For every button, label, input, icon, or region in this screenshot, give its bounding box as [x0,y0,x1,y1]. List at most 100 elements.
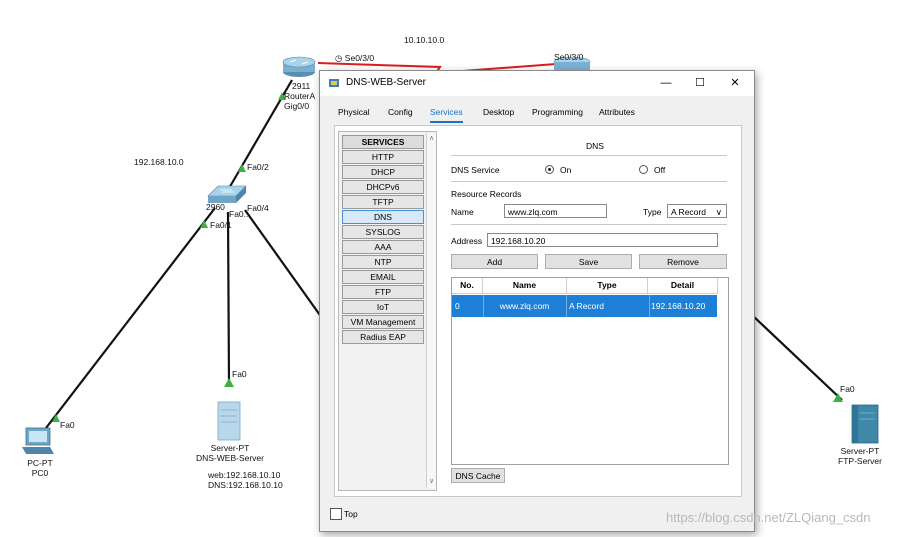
divider [451,224,727,225]
dns-section-title: DNS [586,141,604,151]
pc-icon[interactable] [22,427,54,454]
dns-service-off-label: Off [654,165,666,175]
subnet-label: 192.168.10.0 [134,157,184,167]
dns-server-port-label: Fa0 [232,369,247,379]
address-input[interactable]: 192.168.10.20 [487,233,718,247]
routerB-serial-port-label: Se0/3/0 [554,52,584,62]
tab-attributes[interactable]: Attributes [599,104,635,121]
service-iot[interactable]: IoT [342,300,424,314]
chevron-down-icon: ∨ [715,207,722,217]
service-vm-management[interactable]: VM Management [342,315,424,329]
service-aaa[interactable]: AAA [342,240,424,254]
ftp-server-icon[interactable] [851,404,879,444]
tab-physical[interactable]: Physical [338,104,370,121]
service-email[interactable]: EMAIL [342,270,424,284]
dns-service-on-label: On [560,165,572,175]
ftp-server-name-label: FTP-Server [838,456,882,466]
app-icon [329,79,339,87]
services-scrollbar[interactable]: ∧ ∨ [426,133,436,488]
name-label: Name [451,207,474,217]
services-header: SERVICES [342,135,424,149]
top-checkbox[interactable] [330,508,342,520]
type-select[interactable]: A Record ∨ [667,204,727,218]
dns-settings-panel: DNS DNS Service On Off Resource Records … [447,126,741,496]
dns-service-label: DNS Service [451,165,500,175]
pc-port-label: Fa0 [60,420,75,430]
cell-no: 0 [452,295,484,317]
router-name-label: RouterA [284,91,316,101]
service-ntp[interactable]: NTP [342,255,424,269]
link-switch-dnsserver [226,211,231,385]
remove-button[interactable]: Remove [639,254,727,269]
cell-type: A Record [567,295,650,317]
pc-name-label: PC0 [31,468,49,478]
switch-port-fa04-label: Fa0/4 [247,203,269,213]
minimize-button[interactable]: — [651,75,681,92]
address-label: Address [451,236,483,246]
scroll-down-icon[interactable]: ∨ [427,477,436,487]
service-dns[interactable]: DNS [342,210,424,224]
cell-detail: 192.168.10.20 [651,301,706,311]
tab-desktop[interactable]: Desktop [483,104,514,121]
radio-selected-dot [548,168,551,171]
clock-icon: ◷ [335,53,343,63]
router-model-label: 2911 [292,81,311,91]
ftp-server-port-label: Fa0 [840,384,855,394]
divider [451,155,727,156]
router-icon[interactable] [282,56,316,77]
link-switch-ftpserver-right [751,314,843,401]
dns-service-on-radio[interactable] [545,165,554,174]
service-syslog[interactable]: SYSLOG [342,225,424,239]
tab-services[interactable]: Services [430,104,463,123]
link-switch-ftpserver [244,209,323,319]
window-titlebar[interactable]: DNS-WEB-Server — ☐ ✕ [320,71,754,96]
save-button[interactable]: Save [545,254,632,269]
dns-cache-button[interactable]: DNS Cache [451,468,505,483]
type-select-value: A Record [671,207,706,217]
switch-icon[interactable] [207,185,247,203]
close-button[interactable]: ✕ [720,75,750,92]
routerA-serial-port-text: Se0/3/0 [344,53,375,63]
column-header-detail[interactable]: Detail [648,278,718,294]
service-dhcp[interactable]: DHCP [342,165,424,179]
column-header-type[interactable]: Type [567,278,648,294]
dns-records-table[interactable]: No. Name Type Detail 0 www.zlq.com A Rec… [451,277,729,465]
switch-model-label: 2960 [206,202,225,212]
ftp-server-type-label: Server-PT [840,446,880,456]
link-switch-pc [45,207,216,429]
dns-service-off-radio[interactable] [639,165,648,174]
table-row[interactable]: 0 www.zlq.com A Record 192.168.10.20 [452,295,717,317]
device-config-window[interactable]: DNS-WEB-Server — ☐ ✕ Physical Config Ser… [319,70,755,532]
services-content-panel: SERVICES HTTP DHCP DHCPv6 TFTP DNS SYSLO… [334,125,742,497]
tab-programming[interactable]: Programming [532,104,583,121]
server-icon[interactable] [217,401,241,441]
column-header-name[interactable]: Name [483,278,567,294]
switch-port-fa02-label: Fa0/2 [247,162,269,172]
scroll-up-icon[interactable]: ∧ [427,134,436,144]
service-radius-eap[interactable]: Radius EAP [342,330,424,344]
switch-port-fa01-label: Fa0/1 [210,220,232,230]
service-dhcpv6[interactable]: DHCPv6 [342,180,424,194]
tab-config[interactable]: Config [388,104,413,121]
port-up-indicator [224,378,234,387]
resource-records-label: Resource Records [451,189,522,199]
watermark: https://blog.csdn.net/ZLQiang_csdn [666,510,871,525]
service-ftp[interactable]: FTP [342,285,424,299]
router-gig-port-label: Gig0/0 [284,101,310,111]
services-list: SERVICES HTTP DHCP DHCPv6 TFTP DNS SYSLO… [338,131,437,491]
name-input[interactable]: www.zlq.com [504,204,607,218]
pc-type-label: PC-PT [27,458,53,468]
dns-server-dns-note: DNS:192.168.10.10 [208,480,283,490]
dns-server-web-note: web:192.168.10.10 [208,470,281,480]
maximize-button[interactable]: ☐ [685,75,715,92]
dns-server-type-label: Server-PT [210,443,250,453]
port-up-indicator [200,220,208,228]
port-up-indicator [238,164,246,172]
type-label: Type [643,207,662,217]
serial-network-label: 10.10.10.0 [404,35,445,45]
column-header-no[interactable]: No. [452,278,483,294]
add-button[interactable]: Add [451,254,538,269]
service-tftp[interactable]: TFTP [342,195,424,209]
service-http[interactable]: HTTP [342,150,424,164]
routerA-serial-port-label: ◷ Se0/3/0 [335,53,374,63]
